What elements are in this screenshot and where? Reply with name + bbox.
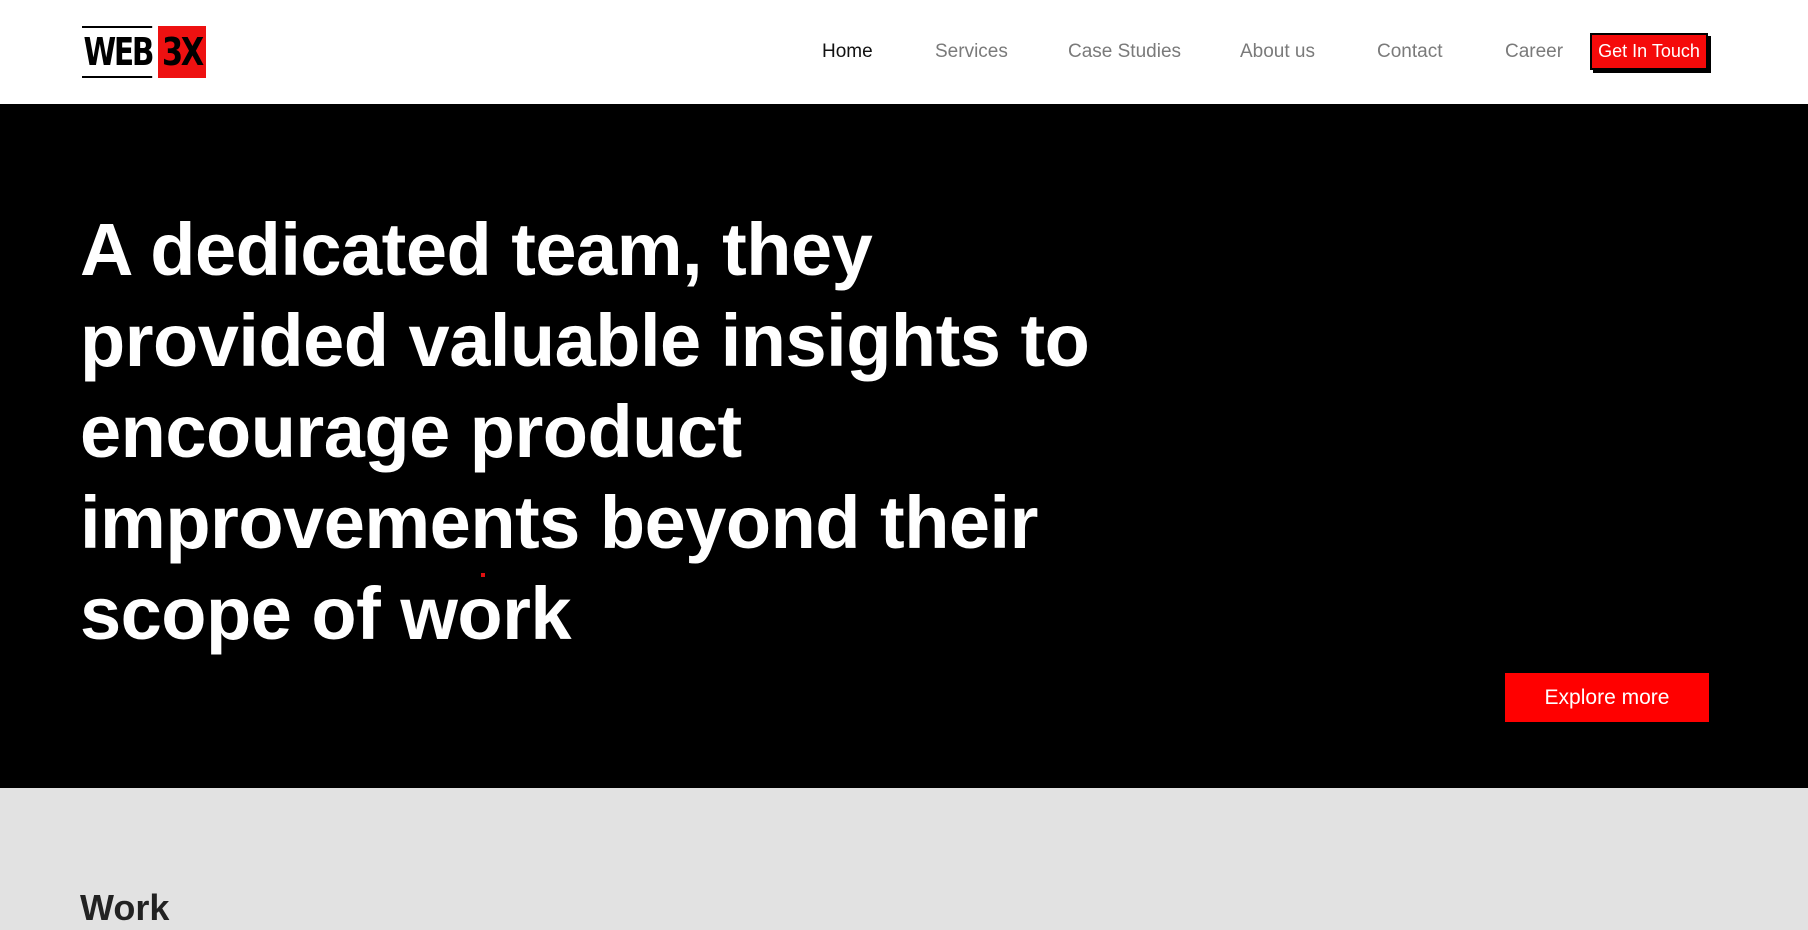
- hero-title: A dedicated team, they provided valuable…: [80, 208, 1090, 655]
- nav-item-career[interactable]: Career: [1505, 41, 1563, 63]
- nav-item-case-studies[interactable]: Case Studies: [1068, 41, 1181, 63]
- hero-section: A dedicated team, they provided valuable…: [0, 104, 1808, 788]
- site-header: WEB 3X Home Services Case Studies About …: [0, 0, 1808, 104]
- work-section: Work: [0, 788, 1808, 930]
- nav-item-about-us[interactable]: About us: [1240, 41, 1315, 63]
- explore-more-button[interactable]: Explore more: [1505, 673, 1709, 722]
- nav-item-services[interactable]: Services: [935, 41, 1008, 63]
- accent-dot: [481, 573, 485, 577]
- main-nav: Home Services Case Studies About us Cont…: [0, 0, 1808, 104]
- get-in-touch-button[interactable]: Get In Touch: [1590, 33, 1708, 70]
- nav-item-home[interactable]: Home: [822, 41, 873, 63]
- nav-item-contact[interactable]: Contact: [1377, 41, 1442, 63]
- work-heading: Work: [80, 887, 170, 928]
